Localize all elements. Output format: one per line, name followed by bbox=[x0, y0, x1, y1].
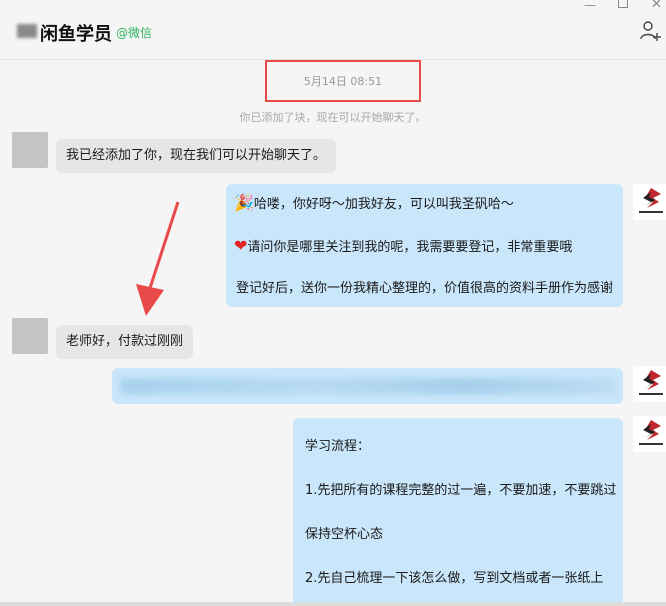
brand-logo-icon[interactable] bbox=[633, 184, 666, 220]
input-divider bbox=[0, 602, 666, 606]
contact-avatar[interactable] bbox=[17, 24, 37, 38]
message-timestamp: 5月14日 08:51 bbox=[303, 75, 383, 88]
outgoing-message[interactable]: 学习流程： 1.先把所有的课程完整的过一遍，不要加速，不要跳过 保持空杯心态 2… bbox=[293, 418, 623, 606]
system-message: 你已添加了块，现在可以开始聊天了。 bbox=[239, 111, 427, 124]
minimize-button[interactable]: — bbox=[584, 0, 596, 12]
contact-avatar-small[interactable] bbox=[12, 132, 48, 168]
maximize-button[interactable] bbox=[618, 0, 628, 8]
timestamp-highlight-box: 5月14日 08:51 bbox=[265, 60, 421, 102]
contact-name[interactable]: 闲鱼学员 bbox=[40, 20, 112, 46]
incoming-message[interactable]: 老师好，付款过刚刚 bbox=[56, 325, 194, 359]
incoming-message[interactable]: 我已经添加了你，现在我们可以开始聊天了。 bbox=[56, 139, 337, 173]
heart-icon: ❤ bbox=[234, 236, 248, 255]
close-button[interactable]: ✕ bbox=[651, 0, 662, 12]
message-line: ❤请问你是哪里关注到我的呢，我需要要登记，非常重要哦 bbox=[234, 236, 573, 255]
title-bar: 闲鱼学员 @微信 — ✕ bbox=[0, 0, 666, 60]
party-popper-icon: 🎉 bbox=[234, 193, 254, 212]
blurred-content bbox=[120, 378, 615, 394]
chat-area[interactable]: 5月14日 08:51 你已添加了块，现在可以开始聊天了。 我已经添加了你，现在… bbox=[0, 60, 666, 606]
message-line: 学习流程： bbox=[305, 439, 371, 454]
message-line: 2.先自己梳理一下该怎么做，写到文档或者一张纸上 bbox=[305, 571, 604, 586]
message-line: 🎉哈喽，你好呀～加我好友，可以叫我圣矾哈～ bbox=[234, 193, 514, 212]
red-arrow bbox=[136, 201, 180, 316]
outgoing-message-blurred[interactable] bbox=[112, 368, 623, 404]
brand-logo-icon[interactable] bbox=[633, 416, 666, 452]
brand-logo-icon[interactable] bbox=[633, 366, 666, 402]
message-line: 保持空杯心态 bbox=[305, 527, 384, 542]
contact-source-tag: @微信 bbox=[116, 26, 153, 40]
message-line: 1.先把所有的课程完整的过一遍，不要加速，不要跳过 bbox=[305, 483, 617, 498]
outgoing-message[interactable]: 🎉哈喽，你好呀～加我好友，可以叫我圣矾哈～ ❤请问你是哪里关注到我的呢，我需要要… bbox=[226, 184, 623, 307]
message-line: 登记好后，送你一份我精心整理的，价值很高的资料手册作为感谢 bbox=[236, 281, 614, 296]
contact-avatar-small[interactable] bbox=[12, 318, 48, 354]
add-user-icon[interactable] bbox=[640, 20, 662, 42]
